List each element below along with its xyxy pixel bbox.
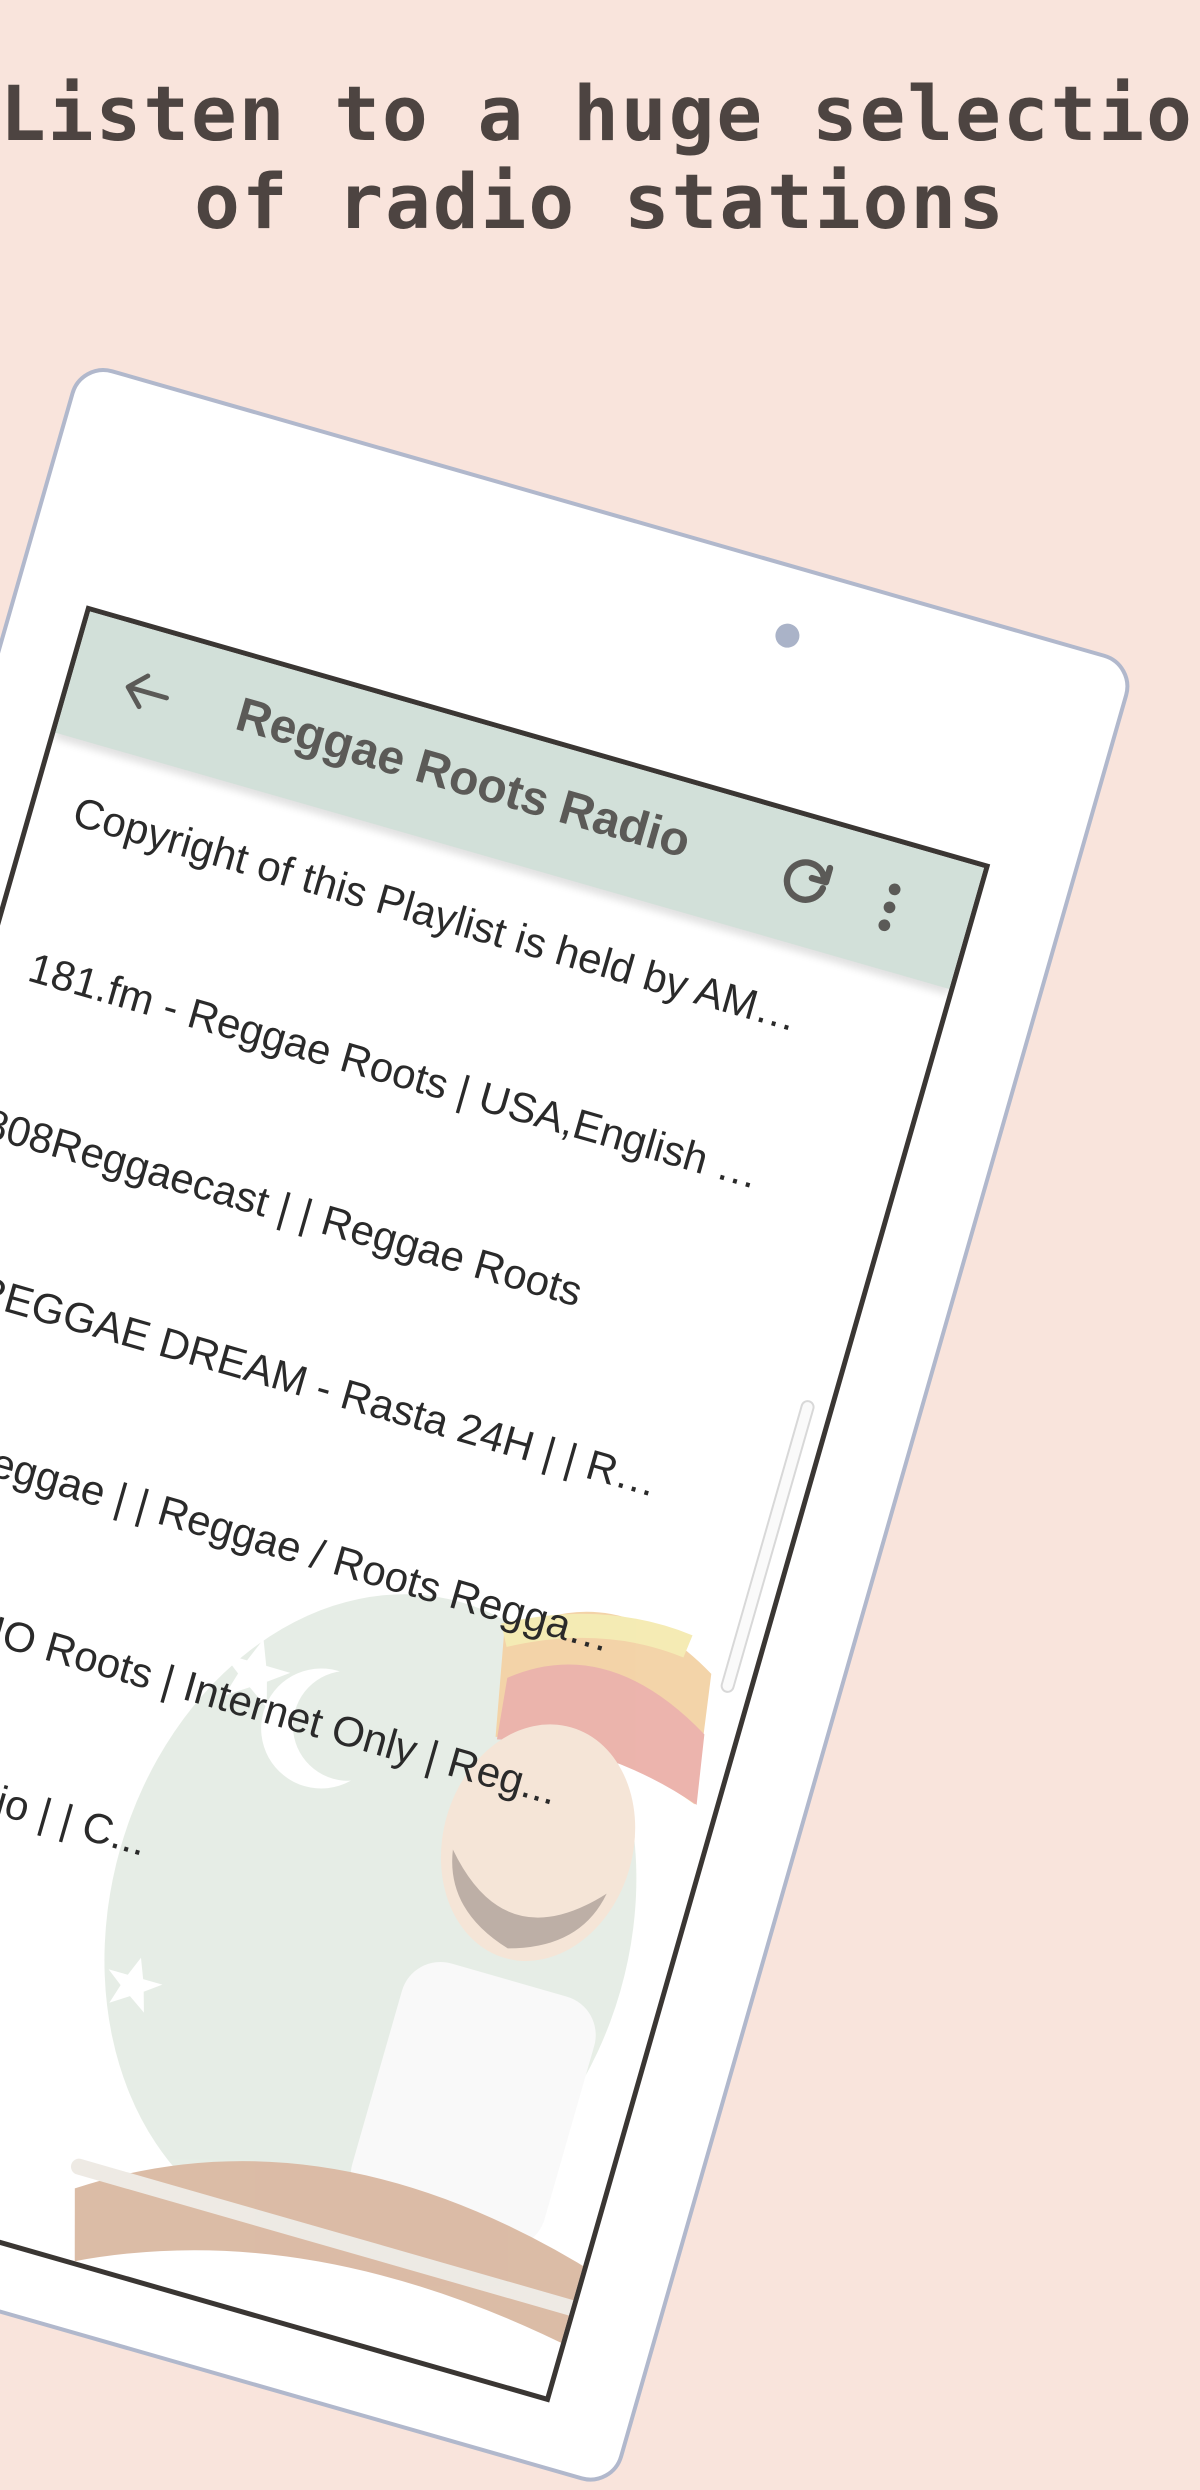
back-arrow-icon[interactable] bbox=[106, 652, 185, 731]
promo-headline: Listen to a huge selection of radio stat… bbox=[0, 70, 1200, 246]
promo-line-1: Listen to a huge selection bbox=[0, 69, 1200, 158]
more-options-icon[interactable] bbox=[861, 871, 917, 944]
tablet-frame: Reggae Roots Radio Copyright of this Pla… bbox=[0, 360, 1138, 2490]
promo-line-2: of radio stations bbox=[194, 157, 1006, 246]
camera-dot bbox=[772, 620, 803, 651]
refresh-icon[interactable] bbox=[765, 843, 844, 922]
app-screen: Reggae Roots Radio Copyright of this Pla… bbox=[0, 605, 991, 2403]
